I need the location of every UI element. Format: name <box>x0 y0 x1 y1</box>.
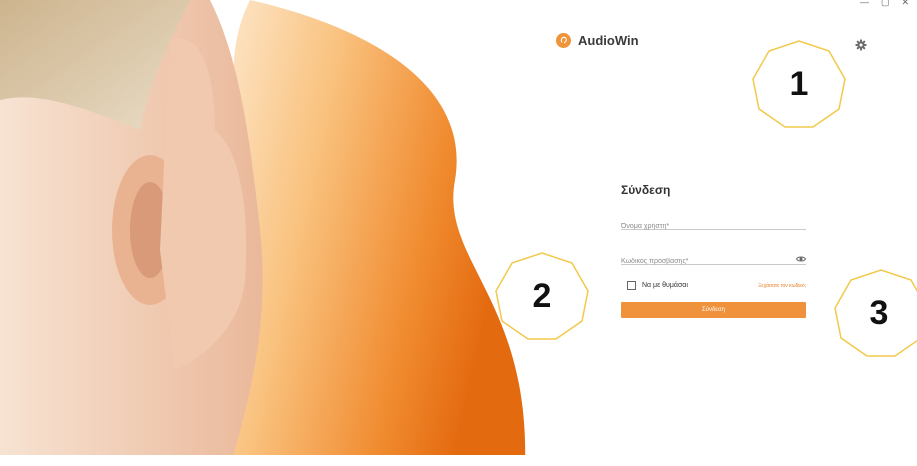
eye-icon[interactable] <box>795 251 807 262</box>
callout-1-number: 1 <box>789 64 809 103</box>
hero-image <box>0 0 540 466</box>
password-input[interactable] <box>621 255 806 268</box>
password-field-wrapper <box>621 250 807 268</box>
login-title: Σύνδεση <box>621 183 671 197</box>
username-field-wrapper <box>621 215 806 233</box>
callout-2-number: 2 <box>532 276 552 315</box>
ear-icon <box>556 33 571 48</box>
app-logo: AudioWin <box>556 33 639 48</box>
window-controls: — ▢ ✕ <box>860 0 909 8</box>
gear-icon[interactable] <box>855 38 867 51</box>
callout-2: 2 <box>494 251 590 341</box>
remember-row: Να με θυμάσαι Ξεχάσατε τον κωδικό; <box>621 281 806 290</box>
username-input[interactable] <box>621 220 806 233</box>
forgot-password-link[interactable]: Ξεχάσατε τον κωδικό; <box>758 283 806 289</box>
app-name: AudioWin <box>578 33 639 48</box>
remember-label: Να με θυμάσαι <box>642 282 688 289</box>
login-button[interactable]: Σύνδεση <box>621 302 806 318</box>
callout-3: 3 <box>833 268 917 358</box>
callout-1: 1 <box>751 39 847 129</box>
remember-checkbox[interactable]: Να με θυμάσαι <box>627 281 688 290</box>
callout-3-number: 3 <box>869 293 889 332</box>
minimize-icon[interactable]: — <box>860 0 869 8</box>
maximize-icon[interactable]: ▢ <box>881 0 890 8</box>
login-form: Σύνδεση Να με θυμάσαι Ξεχάσατε τον κωδικ… <box>621 183 807 318</box>
checkbox-box[interactable] <box>627 281 636 290</box>
close-icon[interactable]: ✕ <box>901 0 909 8</box>
